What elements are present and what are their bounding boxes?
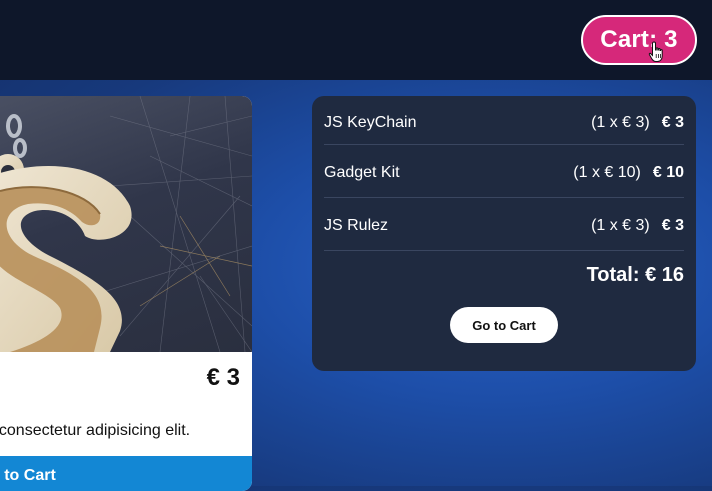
product-image[interactable] — [0, 96, 252, 353]
product-card: € 3 , consectetur adipisicing elit. d to… — [0, 96, 252, 491]
cart-item-amount: € 3 — [661, 113, 684, 131]
hand-cursor-icon — [648, 41, 663, 62]
product-price: € 3 — [206, 364, 240, 391]
divider — [324, 250, 684, 251]
cart-item: Gadget Kit (1 x € 10) € 10 — [324, 146, 684, 199]
divider — [324, 144, 684, 145]
cart-item-amount: € 3 — [661, 216, 684, 234]
go-to-cart-button[interactable]: Go to Cart — [450, 307, 558, 343]
cart-item-qty-price: (1 x € 3) — [591, 113, 650, 131]
cart-item: JS KeyChain (1 x € 3) € 3 — [324, 96, 684, 149]
product-description: , consectetur adipisicing elit. — [0, 422, 191, 439]
add-to-cart-label: d to Cart — [0, 467, 56, 484]
cart-item-name: Gadget Kit — [324, 163, 400, 181]
cart-item: JS Rulez (1 x € 3) € 3 — [324, 199, 684, 252]
cart-item-amount: € 10 — [652, 163, 684, 181]
cart-item-name: JS KeyChain — [324, 113, 417, 131]
cart-dropdown-panel: JS KeyChain (1 x € 3) € 3 Gadget Kit (1 … — [312, 96, 696, 371]
cart-item-qty-price: (1 x € 3) — [591, 216, 650, 234]
cart-item-qty-price: (1 x € 10) — [573, 163, 641, 181]
divider — [324, 197, 684, 198]
keychain-illustration — [0, 96, 252, 353]
cart-total: Total: € 16 — [586, 264, 684, 286]
cart-item-name: JS Rulez — [324, 216, 389, 234]
cart-button[interactable]: Cart: 3 — [581, 15, 697, 65]
